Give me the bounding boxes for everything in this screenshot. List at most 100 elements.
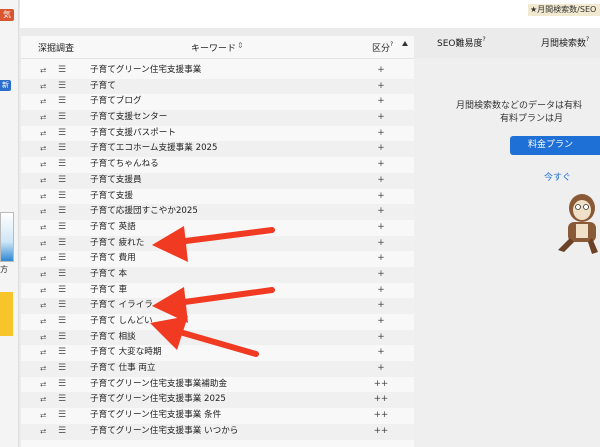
menu-icon[interactable]: ☰ [58, 361, 66, 377]
keyword-cell[interactable]: 子育て しんどい [90, 314, 153, 330]
monthly-volume-badge[interactable]: ★月間検索数/SEO [528, 4, 600, 16]
related-search-icon[interactable]: ⮂ [40, 251, 46, 267]
table-row[interactable]: ⮂ ☰ 子育て支援 + [21, 189, 414, 205]
menu-icon[interactable]: ☰ [58, 110, 66, 126]
menu-icon[interactable]: ☰ [58, 236, 66, 252]
keyword-cell[interactable]: 子育てエコホーム支援事業 2025 [90, 141, 217, 157]
related-search-icon[interactable]: ⮂ [40, 361, 46, 377]
header-category[interactable]: 区分? [372, 41, 393, 54]
table-row[interactable]: ⮂ ☰ 子育て 相談 + [21, 329, 414, 346]
table-row[interactable]: ⮂ ☰ 子育て 費用 + [21, 251, 414, 267]
table-row[interactable]: ⮂ ☰ 子育て しんどい + [21, 314, 414, 330]
keyword-cell[interactable]: 子育て イライラ [90, 298, 153, 314]
keyword-cell[interactable]: 子育てグリーン住宅支援事業 2025 [90, 392, 226, 408]
header-seo-difficulty[interactable]: SEO難易度? [437, 36, 486, 58]
menu-icon[interactable]: ☰ [58, 173, 66, 189]
table-row[interactable]: ⮂ ☰ 子育て 車 + [21, 283, 414, 299]
related-search-icon[interactable]: ⮂ [40, 220, 46, 236]
menu-icon[interactable]: ☰ [58, 141, 66, 157]
keyword-cell[interactable]: 子育てブログ [90, 94, 142, 110]
help-icon[interactable]: ? [390, 41, 393, 48]
table-row[interactable]: ⮂ ☰ 子育てグリーン住宅支援事業 + [21, 63, 414, 79]
related-search-icon[interactable]: ⮂ [40, 79, 46, 95]
table-row[interactable]: ⮂ ☰ 子育て 仕事 両立 + [21, 361, 414, 377]
table-row[interactable]: ⮂ ☰ 子育てグリーン住宅支援事業 条件 ++ [21, 408, 414, 424]
keyword-cell[interactable]: 子育て支援 [90, 189, 133, 205]
help-icon[interactable]: ? [586, 36, 589, 43]
table-row[interactable]: ⮂ ☰ 子育てグリーン住宅支援事業補助金 ++ [21, 377, 414, 393]
table-row[interactable]: ⮂ ☰ 子育てちゃんねる + [21, 157, 414, 173]
related-search-icon[interactable]: ⮂ [40, 345, 46, 361]
sort-asc-icon[interactable] [402, 41, 408, 46]
keyword-cell[interactable]: 子育て 車 [90, 283, 127, 299]
sidebar-badge-top[interactable]: 気 [0, 9, 14, 21]
keyword-cell[interactable]: 子育てグリーン住宅支援事業 いつから [90, 424, 238, 440]
table-row[interactable]: ⮂ ☰ 子育て支援センター + [21, 110, 414, 126]
related-search-icon[interactable]: ⮂ [40, 267, 46, 283]
table-row[interactable]: ⮂ ☰ 子育てグリーン住宅支援事業 いつから ++ [21, 423, 414, 440]
menu-icon[interactable]: ☰ [58, 220, 66, 236]
table-row[interactable]: ⮂ ☰ 子育て 大変な時期 + [21, 345, 414, 361]
keyword-cell[interactable]: 子育て 本 [90, 267, 127, 283]
related-search-icon[interactable]: ⮂ [40, 189, 46, 205]
menu-icon[interactable]: ☰ [58, 283, 66, 299]
table-row[interactable]: ⮂ ☰ 子育て支援パスポート + [21, 126, 414, 142]
table-row[interactable]: ⮂ ☰ 子育てブログ + [21, 94, 414, 110]
related-search-icon[interactable]: ⮂ [40, 314, 46, 330]
related-search-icon[interactable]: ⮂ [40, 236, 46, 252]
keyword-cell[interactable]: 子育て応援団すこやか2025 [90, 204, 198, 220]
keyword-cell[interactable]: 子育てグリーン住宅支援事業 条件 [90, 408, 221, 424]
keyword-cell[interactable]: 子育て [90, 79, 116, 95]
keyword-cell[interactable]: 子育て 費用 [90, 251, 136, 267]
related-search-icon[interactable]: ⮂ [40, 63, 46, 79]
menu-icon[interactable]: ☰ [58, 408, 66, 424]
keyword-cell[interactable]: 子育て支援センター [90, 110, 167, 126]
table-row[interactable]: ⮂ ☰ 子育て イライラ + [21, 298, 414, 314]
table-row[interactable]: ⮂ ☰ 子育てグリーン住宅支援事業 2025 ++ [21, 392, 414, 409]
menu-icon[interactable]: ☰ [58, 63, 66, 79]
menu-icon[interactable]: ☰ [58, 424, 66, 440]
menu-icon[interactable]: ☰ [58, 345, 66, 361]
header-keyword[interactable]: キーワード [191, 41, 236, 54]
keyword-cell[interactable]: 子育て 大変な時期 [90, 345, 161, 361]
related-search-icon[interactable]: ⮂ [40, 173, 46, 189]
table-row[interactable]: ⮂ ☰ 子育て 本 + [21, 266, 414, 283]
table-row[interactable]: ⮂ ☰ 子育て 英語 + [21, 220, 414, 236]
menu-icon[interactable]: ☰ [58, 314, 66, 330]
keyword-cell[interactable]: 子育て 相談 [90, 330, 136, 346]
related-search-icon[interactable]: ⮂ [40, 377, 46, 393]
related-search-icon[interactable]: ⮂ [40, 330, 46, 346]
sidebar-yellow-thumbnail[interactable] [0, 292, 13, 336]
keyword-cell[interactable]: 子育てちゃんねる [90, 157, 159, 173]
related-search-icon[interactable]: ⮂ [40, 94, 46, 110]
sort-icon[interactable]: ⇕ [237, 41, 244, 50]
related-search-icon[interactable]: ⮂ [40, 298, 46, 314]
menu-icon[interactable]: ☰ [58, 298, 66, 314]
header-monthly-volume[interactable]: 月間検索数? [541, 36, 589, 58]
table-row[interactable]: ⮂ ☰ 子育て応援団すこやか2025 + [21, 204, 414, 220]
keyword-cell[interactable]: 子育て 仕事 両立 [90, 361, 156, 377]
keyword-cell[interactable]: 子育て 英語 [90, 220, 136, 236]
start-now-link[interactable]: 今すぐ [544, 170, 571, 183]
menu-icon[interactable]: ☰ [58, 377, 66, 393]
keyword-cell[interactable]: 子育てグリーン住宅支援事業補助金 [90, 377, 227, 393]
keyword-cell[interactable]: 子育て支援パスポート [90, 126, 176, 142]
related-search-icon[interactable]: ⮂ [40, 283, 46, 299]
keyword-cell[interactable]: 子育て支援員 [90, 173, 142, 189]
menu-icon[interactable]: ☰ [58, 267, 66, 283]
menu-icon[interactable]: ☰ [58, 204, 66, 220]
related-search-icon[interactable]: ⮂ [40, 424, 46, 440]
menu-icon[interactable]: ☰ [58, 189, 66, 205]
menu-icon[interactable]: ☰ [58, 157, 66, 173]
pricing-plan-button[interactable]: 料金プラン [510, 136, 600, 155]
table-row[interactable]: ⮂ ☰ 子育てエコホーム支援事業 2025 + [21, 141, 414, 158]
table-row[interactable]: ⮂ ☰ 子育て 疲れた + [21, 235, 414, 252]
menu-icon[interactable]: ☰ [58, 79, 66, 95]
related-search-icon[interactable]: ⮂ [40, 204, 46, 220]
related-search-icon[interactable]: ⮂ [40, 157, 46, 173]
related-search-icon[interactable]: ⮂ [40, 141, 46, 157]
related-search-icon[interactable]: ⮂ [40, 110, 46, 126]
sidebar-ad-thumbnail[interactable] [0, 212, 14, 262]
menu-icon[interactable]: ☰ [58, 94, 66, 110]
keyword-cell[interactable]: 子育てグリーン住宅支援事業 [90, 63, 201, 79]
